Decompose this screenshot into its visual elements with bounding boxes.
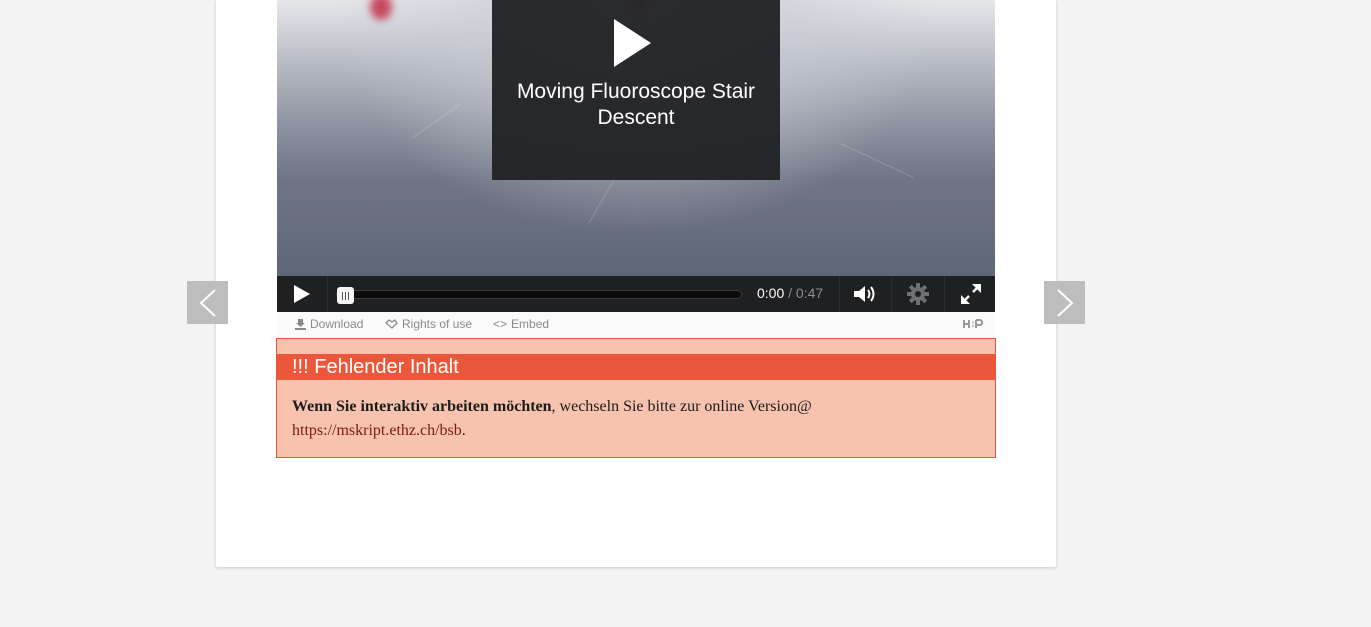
prev-slide-button[interactable] [187,281,228,324]
missing-content-box: !!! Fehlender Inhalt Wenn Sie interaktiv… [276,338,996,458]
embed-action[interactable]: <> Embed [493,317,549,331]
fullscreen-button[interactable] [944,276,996,312]
missing-content-message: Wenn Sie interaktiv arbeiten möchten, we… [292,395,980,443]
missing-content-suffix: . [461,422,466,439]
seek-bar[interactable] [337,287,741,304]
download-label: Download [310,317,364,331]
h5p-logo-icon [963,319,984,328]
chevron-left-icon [199,288,216,317]
gear-icon [907,283,929,305]
seek-track[interactable] [337,291,741,298]
h5p-actions-bar: Download Rights of use <> Embed [277,312,995,339]
handshake-icon [385,318,398,329]
download-action[interactable]: Download [295,317,363,331]
play-icon [614,19,651,67]
embed-label: Embed [511,317,550,331]
fullscreen-icon [960,284,981,304]
video-texture [589,178,615,223]
online-version-link[interactable]: https://mskript.ethz.ch/bsb [292,422,462,439]
time-display: 0:00 / 0:47 [757,276,823,312]
h5p-logo[interactable] [963,319,984,332]
video-start-overlay[interactable]: Moving Fluoroscope Stair Descent [492,0,780,180]
missing-content-text: , wechseln Sie bitte zur online Version@ [551,398,812,415]
chevron-right-icon [1056,288,1073,317]
volume-button[interactable] [839,276,890,312]
current-time: 0:00 [757,285,785,301]
volume-icon [854,286,875,302]
video-texture [840,143,914,178]
video-title: Moving Fluoroscope Stair Descent [516,80,756,129]
time-separator: / [788,285,793,301]
seek-handle[interactable] [337,287,354,304]
missing-content-bold: Wenn Sie interaktiv arbeiten möchten [292,398,552,415]
duration: 0:47 [795,285,824,301]
video-controls: 0:00 / 0:47 [277,276,995,312]
settings-button[interactable] [891,276,944,312]
next-slide-button[interactable] [1044,281,1085,324]
video-texture [412,102,462,139]
play-icon [294,285,310,303]
download-icon [295,318,306,330]
play-button[interactable] [277,276,328,312]
missing-content-heading: !!! Fehlender Inhalt [277,354,995,380]
rights-of-use-action[interactable]: Rights of use [385,317,472,331]
rights-of-use-label: Rights of use [402,317,473,331]
code-icon: <> [493,317,508,331]
video-content [370,0,392,20]
